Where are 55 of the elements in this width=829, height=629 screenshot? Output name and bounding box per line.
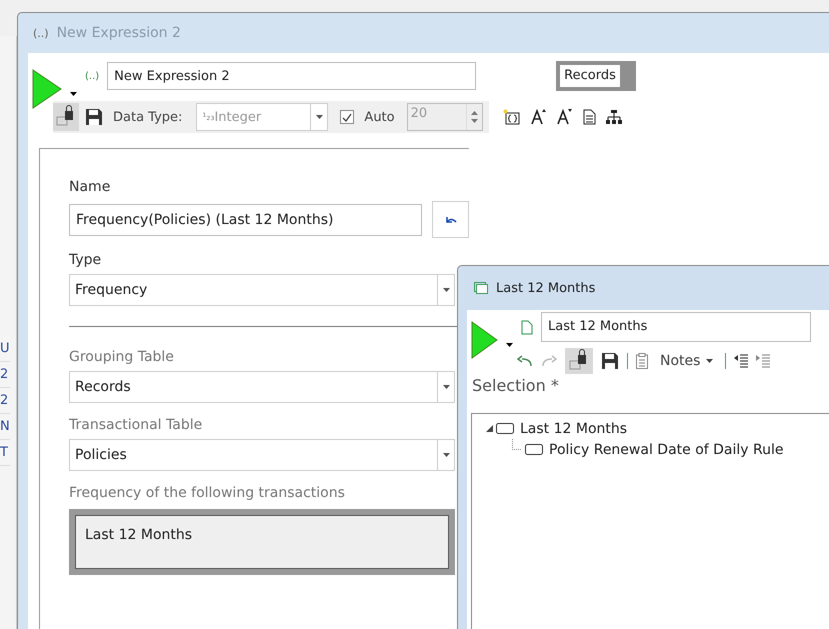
undo-icon[interactable] [444, 214, 458, 224]
auto-label: Auto [364, 110, 395, 124]
window-title: Last 12 Months [496, 280, 596, 296]
tree-item[interactable]: Last 12 Months [520, 420, 628, 436]
window-icon[interactable] [474, 282, 488, 294]
lock-icon[interactable] [53, 103, 79, 131]
data-type-dropdown[interactable]: ¹₂₃Integer [196, 103, 328, 131]
expanded-arrow-icon[interactable] [486, 425, 493, 432]
name-field[interactable]: New Expression 2 [107, 62, 476, 90]
document-icon[interactable] [582, 109, 596, 125]
transactional-table-dropdown[interactable]: Policies [69, 439, 455, 471]
transactions-box[interactable]: Last 12 Months [69, 509, 455, 575]
type-label: Type [69, 251, 102, 270]
indent-icon[interactable] [756, 354, 770, 368]
braces-icon[interactable] [502, 109, 521, 125]
caret-icon[interactable] [442, 385, 450, 389]
hierarchy-icon[interactable] [606, 110, 622, 124]
data-type-label: Data Type: [113, 110, 182, 124]
name-label: Name [69, 178, 112, 197]
auto-checkbox[interactable] [340, 110, 354, 124]
outdent-icon[interactable] [734, 354, 748, 368]
down-arrow-icon[interactable] [470, 119, 478, 123]
table-chip[interactable]: Records [556, 61, 636, 91]
notes-button[interactable]: Notes [656, 353, 718, 369]
expression-icon: (..) [85, 70, 100, 82]
name-field[interactable]: Last 12 Months [541, 312, 811, 342]
name-input[interactable]: Frequency(Policies) (Last 12 Months) [69, 204, 422, 236]
save-icon[interactable] [601, 352, 619, 370]
section-title: Selection * [472, 376, 560, 395]
transactional-table-label: Transactional Table [69, 416, 204, 435]
dropdown-caret-icon[interactable] [70, 92, 77, 96]
node-icon[interactable] [496, 423, 514, 434]
node-icon[interactable] [525, 444, 543, 455]
caret-icon[interactable] [706, 359, 714, 363]
expression-icon: (..) [33, 26, 49, 40]
checkmark-icon[interactable] [342, 112, 352, 122]
grouping-table-label: Grouping Table [69, 348, 175, 367]
window-title: New Expression 2 [56, 25, 181, 41]
font-decrease-icon[interactable] [556, 109, 573, 125]
caret-icon[interactable] [442, 288, 450, 292]
clipboard-icon[interactable] [636, 353, 648, 369]
font-increase-icon[interactable] [530, 109, 547, 125]
tree-item[interactable]: Policy Renewal Date of Daily Rule [549, 442, 784, 458]
dropdown-caret-icon[interactable] [506, 343, 513, 347]
lock-icon[interactable] [565, 348, 593, 374]
undo-icon[interactable] [517, 355, 533, 367]
grouping-table-dropdown[interactable]: Records [69, 371, 455, 403]
save-icon[interactable] [85, 108, 103, 126]
caret-icon[interactable] [316, 115, 323, 119]
type-dropdown[interactable]: Frequency [69, 274, 455, 306]
frequency-label: Frequency of the following transactions [69, 484, 346, 503]
caret-icon[interactable] [442, 453, 450, 457]
up-arrow-icon[interactable] [470, 111, 478, 115]
play-icon[interactable] [32, 69, 62, 109]
play-icon[interactable] [471, 321, 498, 359]
